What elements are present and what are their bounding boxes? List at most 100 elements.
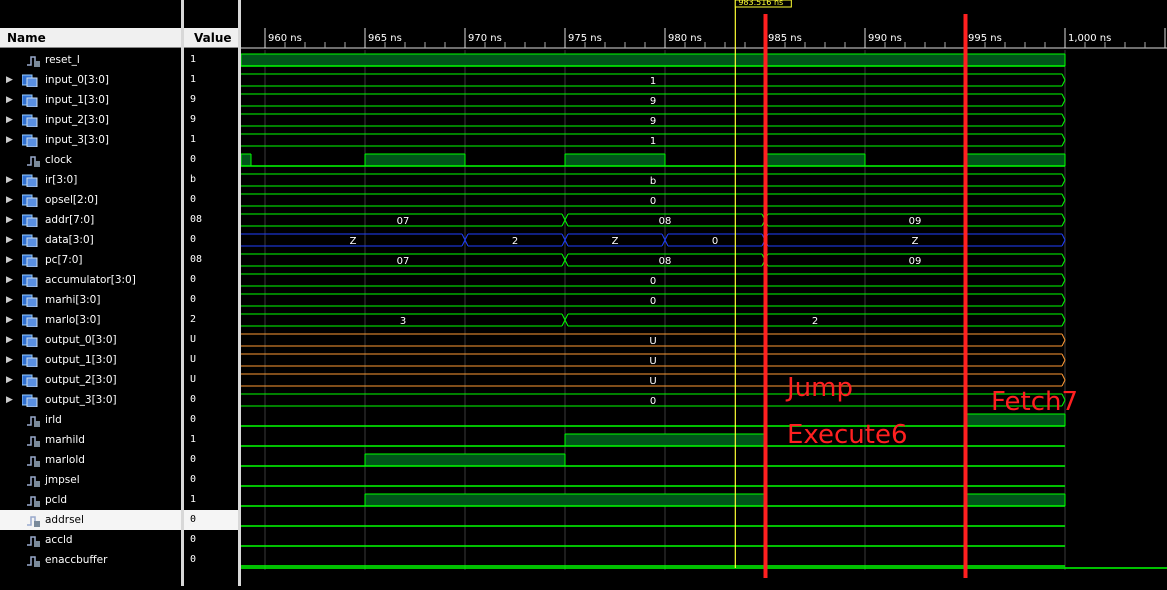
- bit-icon: [26, 434, 40, 447]
- expand-arrow-icon[interactable]: ▶: [6, 290, 13, 310]
- value-column-header[interactable]: Value: [184, 28, 238, 48]
- bus-value-label: 09: [909, 216, 922, 227]
- bit-icon: [26, 474, 40, 487]
- expand-arrow-icon[interactable]: ▶: [6, 70, 13, 90]
- expand-arrow-icon[interactable]: ▶: [6, 170, 13, 190]
- signal-name-label: marlo[3:0]: [45, 314, 101, 326]
- signal-row[interactable]: reset_l: [0, 50, 181, 70]
- wave-high-segment: [365, 494, 765, 506]
- signal-name-label: ir[3:0]: [45, 174, 78, 186]
- signal-value: 0: [190, 414, 197, 425]
- bit-icon: [26, 414, 40, 427]
- signal-row[interactable]: ▶ opsel[2:0]: [0, 190, 181, 210]
- signal-value: 9: [190, 94, 197, 105]
- bus-icon: [21, 374, 38, 388]
- expand-arrow-icon[interactable]: ▶: [6, 330, 13, 350]
- expand-arrow-icon[interactable]: ▶: [6, 370, 13, 390]
- expand-arrow-icon[interactable]: ▶: [6, 250, 13, 270]
- signal-row[interactable]: ▶ marhi[3:0]: [0, 290, 181, 310]
- waveform-panel[interactable]: 960 ns 965 ns 970 ns 975 ns 980 ns 985 ns 990 …: [240, 0, 1167, 586]
- bus-value-label: 0: [712, 236, 718, 247]
- signal-row[interactable]: addrsel: [0, 510, 181, 530]
- signal-row[interactable]: ▶ input_2[3:0]: [0, 110, 181, 130]
- signal-name-label: jmpsel: [45, 474, 80, 486]
- signal-value: 08: [190, 214, 203, 225]
- signal-value: U: [190, 374, 197, 385]
- bus-value-label: 0: [650, 196, 656, 207]
- signal-name-label: output_3[3:0]: [45, 394, 117, 406]
- expand-arrow-icon[interactable]: ▶: [6, 130, 13, 150]
- bus-value-label: U: [649, 356, 656, 367]
- expand-arrow-icon[interactable]: ▶: [6, 230, 13, 250]
- signal-row[interactable]: jmpsel: [0, 470, 181, 490]
- signal-row[interactable]: ▶ accumulator[3:0]: [0, 270, 181, 290]
- bus-icon: [21, 194, 38, 208]
- bus-icon: [21, 74, 38, 88]
- signal-row[interactable]: ▶ ir[3:0]: [0, 170, 181, 190]
- signal-row[interactable]: ▶ output_0[3:0]: [0, 330, 181, 350]
- signal-name-label: accumulator[3:0]: [45, 274, 136, 286]
- annotation-fetch7: Fetch7: [991, 387, 1078, 417]
- signal-row[interactable]: ▶ addr[7:0]: [0, 210, 181, 230]
- annotation-jump: Jump: [785, 373, 853, 403]
- signal-value: 08: [190, 254, 203, 265]
- expand-arrow-icon[interactable]: ▶: [6, 110, 13, 130]
- signal-value: 1: [190, 434, 197, 445]
- expand-arrow-icon[interactable]: ▶: [6, 190, 13, 210]
- name-column-header[interactable]: Name: [0, 28, 181, 48]
- expand-arrow-icon[interactable]: ▶: [6, 210, 13, 230]
- bit-icon: [26, 494, 40, 507]
- signal-row[interactable]: accld: [0, 530, 181, 550]
- signal-row[interactable]: marhild: [0, 430, 181, 450]
- signal-row[interactable]: ▶ input_3[3:0]: [0, 130, 181, 150]
- signal-row[interactable]: ▶ input_0[3:0]: [0, 70, 181, 90]
- signal-row[interactable]: ▶ output_1[3:0]: [0, 350, 181, 370]
- signal-value-panel: Value 1 1 9 9 1 0 b 0 08 0 08 0 0 2 U U U 0 0 1 0 0 1 0 0 0: [184, 0, 238, 586]
- bus-icon: [21, 234, 38, 248]
- signal-row[interactable]: marlold: [0, 450, 181, 470]
- bus-icon: [21, 214, 38, 228]
- signal-row[interactable]: pcld: [0, 490, 181, 510]
- bus-icon: [21, 314, 38, 328]
- signal-name-label: pcld: [45, 494, 68, 506]
- signal-value: 0: [190, 154, 197, 165]
- time-tick-label: 1,000 ns: [1068, 33, 1111, 44]
- signal-name-label: output_1[3:0]: [45, 354, 117, 366]
- wave-high-segment: [365, 154, 465, 166]
- signal-row[interactable]: ▶ data[3:0]: [0, 230, 181, 250]
- bus-value-label: 2: [512, 236, 518, 247]
- expand-arrow-icon[interactable]: ▶: [6, 90, 13, 110]
- expand-arrow-icon[interactable]: ▶: [6, 350, 13, 370]
- signal-row[interactable]: ▶ marlo[3:0]: [0, 310, 181, 330]
- signal-row[interactable]: clock: [0, 150, 181, 170]
- signal-value: 0: [190, 454, 197, 465]
- signal-value: 1: [190, 494, 197, 505]
- bus-value-label: b: [650, 176, 656, 187]
- waveform-canvas[interactable]: 960 ns 965 ns 970 ns 975 ns 980 ns 985 ns 990 …: [240, 0, 1167, 586]
- signal-row[interactable]: ▶ pc[7:0]: [0, 250, 181, 270]
- bus-value-label: 9: [650, 96, 656, 107]
- expand-arrow-icon[interactable]: ▶: [6, 310, 13, 330]
- bus-value-label: 1: [650, 136, 656, 147]
- bus-icon: [21, 134, 38, 148]
- signal-name-label: reset_l: [45, 54, 80, 66]
- signal-row[interactable]: ▶ output_3[3:0]: [0, 390, 181, 410]
- signal-row[interactable]: ▶ output_2[3:0]: [0, 370, 181, 390]
- time-tick-label: 985 ns: [768, 33, 802, 44]
- signal-name-label: marhi[3:0]: [45, 294, 101, 306]
- signal-row[interactable]: enaccbuffer: [0, 550, 181, 570]
- signal-row[interactable]: irld: [0, 410, 181, 430]
- time-tick-label: 960 ns: [268, 33, 302, 44]
- bus-value-label: 07: [397, 216, 410, 227]
- signal-name-label: output_2[3:0]: [45, 374, 117, 386]
- signal-name-panel: Name reset_l ▶ input_0[3:0] ▶ input_1[3:0] ▶ i…: [0, 0, 181, 586]
- wave-high-segment: [965, 494, 1065, 506]
- bit-icon: [26, 554, 40, 567]
- expand-arrow-icon[interactable]: ▶: [6, 270, 13, 290]
- bus-value-label: Z: [612, 236, 619, 247]
- signal-name-label: clock: [45, 154, 72, 166]
- signal-row[interactable]: ▶ input_1[3:0]: [0, 90, 181, 110]
- bus-value-label: U: [649, 376, 656, 387]
- expand-arrow-icon[interactable]: ▶: [6, 390, 13, 410]
- signal-name-label: opsel[2:0]: [45, 194, 99, 206]
